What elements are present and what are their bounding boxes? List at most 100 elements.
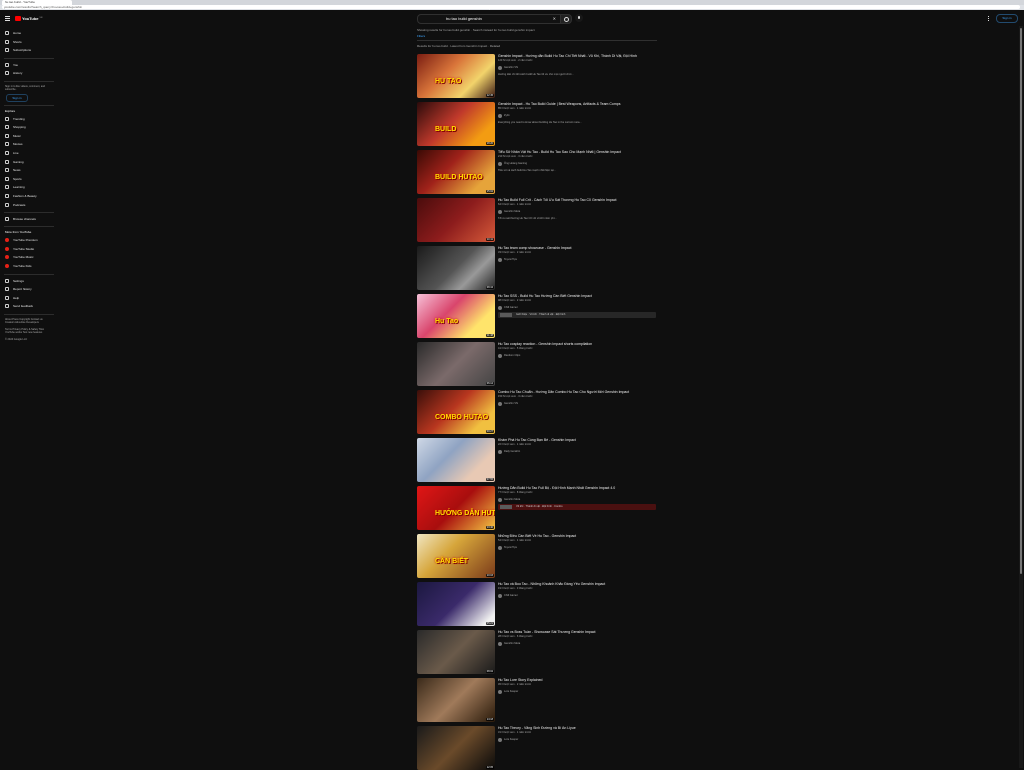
sidebar-item-news[interactable]: News bbox=[5, 167, 21, 173]
video-title[interactable]: Combo Hu Tao Chuẩn - Hướng Dẫn Combo Hu … bbox=[498, 390, 656, 394]
sidebar-item-shopping[interactable]: Shopping bbox=[5, 124, 26, 130]
channel-link[interactable]: Ông Hoàng Gaming bbox=[498, 161, 656, 166]
channel-name[interactable]: Chill Gamer bbox=[504, 306, 518, 309]
sidebar-item-shorts[interactable]: Shorts bbox=[5, 39, 22, 45]
video-result[interactable]: 10:11 Hu Tao Build Full Crit - Cách Tối Ư… bbox=[417, 198, 657, 242]
sidebar-item-youtube-premium[interactable]: YouTube Premium bbox=[5, 237, 38, 243]
channel-avatar[interactable] bbox=[498, 161, 502, 166]
video-result[interactable]: 12:05 Hu Tao Theory - Vãng Sinh Đường và … bbox=[417, 726, 657, 770]
channel-avatar[interactable] bbox=[498, 305, 502, 310]
sidebar-item-youtube-music[interactable]: YouTube Music bbox=[5, 254, 33, 260]
sidebar-item-sports[interactable]: Sports bbox=[5, 176, 22, 182]
video-result[interactable]: HƯỚNG DẪN HUTAO 13:40 Hướng Dẫn Build Hu T… bbox=[417, 486, 657, 530]
channel-name[interactable]: Random Clips bbox=[504, 354, 520, 357]
channel-link[interactable]: Genshin Meta bbox=[498, 641, 656, 646]
video-result[interactable]: CẦN BIẾT 10:03 Những Điều Cần Biết Về Hu T… bbox=[417, 534, 657, 578]
channel-name[interactable]: Teyvat Tips bbox=[504, 546, 517, 549]
channel-name[interactable]: Chill Gamer bbox=[504, 594, 518, 597]
video-title[interactable]: Hu Tao team comp showcase - Genshin Impa… bbox=[498, 246, 656, 250]
channel-avatar[interactable] bbox=[498, 689, 502, 694]
channel-avatar[interactable] bbox=[498, 449, 502, 454]
sidebar-item-trending[interactable]: Trending bbox=[5, 116, 25, 122]
sidebar-item-live[interactable]: Live bbox=[5, 150, 19, 156]
channel-avatar[interactable] bbox=[498, 113, 502, 118]
video-result[interactable]: 08:02 Hu Tao vs Boss Tuần - Showcase Sát … bbox=[417, 630, 657, 674]
youtube-logo[interactable]: YouTube VN bbox=[15, 15, 42, 21]
video-result[interactable]: 14:18 Hu Tao Lore Story Explained 45 N lượ… bbox=[417, 678, 657, 722]
channel-avatar[interactable] bbox=[498, 593, 502, 598]
video-thumbnail[interactable]: 14:18 bbox=[417, 678, 495, 722]
video-title[interactable]: Hu Tao SSS - Build Hu Tao Hướng Cần Biết… bbox=[498, 294, 656, 298]
channel-name[interactable]: Lore Keeper bbox=[504, 690, 518, 693]
channel-name[interactable]: Genshin Meta bbox=[504, 642, 520, 645]
video-title[interactable]: Hu Tao vs Boss Tuần - Showcase Sát Thươn… bbox=[498, 630, 656, 634]
channel-avatar[interactable] bbox=[498, 257, 502, 262]
channel-link[interactable]: Teyvat Tips bbox=[498, 545, 656, 550]
channel-avatar[interactable] bbox=[498, 353, 502, 358]
channel-name[interactable]: Daily Genshin bbox=[504, 450, 520, 453]
channel-link[interactable]: Zy0x bbox=[498, 113, 656, 118]
channel-name[interactable]: Genshin Meta bbox=[504, 498, 520, 501]
video-result[interactable]: 08:34 Hu Tao team comp showcase - Genshin… bbox=[417, 246, 657, 290]
video-thumbnail[interactable]: CẦN BIẾT 10:03 bbox=[417, 534, 495, 578]
video-title[interactable]: Hướng Dẫn Build Hu Tao Full Bộ - Đội Hìn… bbox=[498, 486, 656, 490]
channel-avatar[interactable] bbox=[498, 401, 502, 406]
sidebar-item-music[interactable]: Music bbox=[5, 133, 21, 139]
video-result[interactable]: COMBO HUTAO 09:27 Combo Hu Tao Chuẩn - Hướ… bbox=[417, 390, 657, 434]
search-input[interactable]: hu tao build genshin ✕ bbox=[417, 14, 561, 24]
video-result[interactable]: Hu Tao 11:48 Hu Tao SSS - Build Hu Tao Hướ… bbox=[417, 294, 657, 338]
channel-name[interactable]: Zy0x bbox=[504, 114, 510, 117]
video-thumbnail[interactable]: 05:21 bbox=[417, 582, 495, 626]
sidebar-item-subscriptions[interactable]: Subscriptions bbox=[5, 47, 31, 53]
sidebar-item-send-feedback[interactable]: Send feedback bbox=[5, 303, 33, 309]
video-thumbnail[interactable]: COMBO HUTAO 09:27 bbox=[417, 390, 495, 434]
channel-name[interactable]: Teyvat Tips bbox=[504, 258, 517, 261]
video-title[interactable]: Hu Tao Lore Story Explained bbox=[498, 678, 656, 682]
sidebar-item-fashion-beauty[interactable]: Fashion & Beauty bbox=[5, 193, 37, 199]
video-thumbnail[interactable]: 08:02 bbox=[417, 630, 495, 674]
sidebar-item-help[interactable]: Help bbox=[5, 295, 19, 301]
channel-avatar[interactable] bbox=[498, 65, 502, 70]
search-button[interactable] bbox=[560, 14, 572, 24]
sidebar-item-learning[interactable]: Learning bbox=[5, 184, 25, 190]
channel-link[interactable]: Random Clips bbox=[498, 353, 656, 358]
video-title[interactable]: Những Điều Cần Biết Về Hu Tao - Genshin … bbox=[498, 534, 656, 538]
channel-link[interactable]: Chill Gamer bbox=[498, 305, 656, 310]
video-chapters-strip[interactable]: Vũ khí · Thánh di vật · Đội hình · Combo bbox=[498, 503, 656, 510]
video-title[interactable]: Tiểu Sử Nhân Vật Hu Tao - Build Hu Tao S… bbox=[498, 150, 656, 154]
sidebar-item-history[interactable]: History bbox=[5, 70, 22, 76]
video-thumbnail[interactable]: Hu Tao 11:48 bbox=[417, 294, 495, 338]
channel-link[interactable]: Genshin VN bbox=[498, 401, 656, 406]
clear-search-icon[interactable]: ✕ bbox=[553, 15, 556, 23]
channel-link[interactable]: Teyvat Tips bbox=[498, 257, 656, 262]
video-result[interactable]: BUILD 18:20 Genshin Impact - Hu Tao Build … bbox=[417, 102, 657, 146]
channel-name[interactable]: Genshin Meta bbox=[504, 210, 520, 213]
channel-link[interactable]: Lore Keeper bbox=[498, 737, 656, 742]
page-scrollbar[interactable] bbox=[1019, 26, 1023, 768]
video-result[interactable]: HU TAO 12:45 Genshin Impact - Hướng dẫn Bu… bbox=[417, 54, 657, 98]
scrollbar-thumb[interactable] bbox=[1020, 28, 1022, 574]
sidebar-item-settings[interactable]: Settings bbox=[5, 278, 24, 284]
video-title[interactable]: Genshin Impact - Hu Tao Build Guide | Be… bbox=[498, 102, 656, 106]
sidebar-item-youtube-studio[interactable]: YouTube Studio bbox=[5, 246, 34, 252]
channel-link[interactable]: Chill Gamer bbox=[498, 593, 656, 598]
sign-in-button[interactable]: Sign in bbox=[996, 14, 1018, 23]
sidebar-item-podcasts[interactable]: Podcasts bbox=[5, 202, 25, 208]
sidebar-item-youtube-kids[interactable]: YouTube Kids bbox=[5, 263, 31, 269]
sidebar-item-gaming[interactable]: Gaming bbox=[5, 159, 24, 165]
video-title[interactable]: Hu Tao cosplay reaction - Genshin Impact… bbox=[498, 342, 656, 346]
video-thumbnail[interactable]: 07:55 bbox=[417, 438, 495, 482]
video-result[interactable]: 05:21 Hu Tao và Boo Tao - Những Khoảnh Kh… bbox=[417, 582, 657, 626]
channel-link[interactable]: Genshin VN bbox=[498, 65, 656, 70]
voice-search-icon[interactable] bbox=[575, 14, 583, 22]
filters-link[interactable]: Filters bbox=[417, 34, 425, 38]
channel-name[interactable]: Genshin VN bbox=[504, 402, 518, 405]
channel-name[interactable]: Genshin VN bbox=[504, 66, 518, 69]
hamburger-menu-icon[interactable] bbox=[5, 16, 10, 21]
channel-link[interactable]: Genshin Meta bbox=[498, 497, 656, 502]
sidebar-item-movies[interactable]: Movies bbox=[5, 141, 23, 147]
channel-link[interactable]: Daily Genshin bbox=[498, 449, 656, 454]
video-thumbnail[interactable]: 12:05 bbox=[417, 726, 495, 770]
address-bar[interactable] bbox=[2, 5, 1020, 9]
video-chapters-strip[interactable]: Giới thiệu · Vũ khí · Thánh di vật · Đội… bbox=[498, 311, 656, 318]
